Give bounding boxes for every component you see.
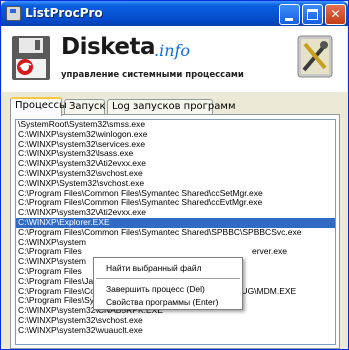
minimize-icon <box>285 18 293 21</box>
logo-text: Disketa <box>61 34 155 60</box>
close-icon: ✕ <box>330 7 341 21</box>
tab-startup[interactable]: Запуск <box>64 99 106 115</box>
process-list[interactable]: \SystemRoot\System32\smss.exe C:\WINXP\s… <box>15 119 336 345</box>
window-title: ListProcPro <box>25 6 103 20</box>
menu-item-kill-process[interactable]: Завершить процесс (Del) <box>106 284 205 294</box>
tab-processes[interactable]: Процессы <box>10 97 67 116</box>
menu-item-find-file[interactable]: Найти выбранный файл <box>106 263 202 273</box>
processes-panel: \SystemRoot\System32\smss.exe C:\WINXP\s… <box>10 114 340 349</box>
minimize-button[interactable] <box>279 4 300 25</box>
title-bar[interactable]: ListProcPro ✕ <box>1 1 348 26</box>
menu-separator <box>96 278 240 279</box>
main-window: ListProcPro ✕ Disketa .info управление с… <box>0 0 349 350</box>
list-item-text: C:\Program Files <box>18 246 82 257</box>
logo-suffix: .info <box>154 41 191 60</box>
tab-startup-log[interactable]: Log запусков программ <box>107 99 236 115</box>
maximize-icon <box>307 9 318 20</box>
maximize-button[interactable] <box>302 4 323 25</box>
context-menu: Найти выбранный файл Завершить процесс (… <box>93 257 243 310</box>
obscured-fragment: erver.exe <box>252 246 287 257</box>
floppy-disk-logo-icon <box>12 36 50 80</box>
app-icon[interactable] <box>6 6 21 21</box>
header-subtitle: управление системными процессами <box>61 70 244 80</box>
tools-icon <box>297 35 333 78</box>
app-header: Disketa .info управление системными проц… <box>2 26 347 92</box>
close-button[interactable]: ✕ <box>325 4 346 25</box>
menu-item-program-properties[interactable]: Свойства программы (Enter) <box>106 297 218 307</box>
list-item[interactable]: C:\WINXP\system32\wuauclt.exe <box>16 325 335 336</box>
